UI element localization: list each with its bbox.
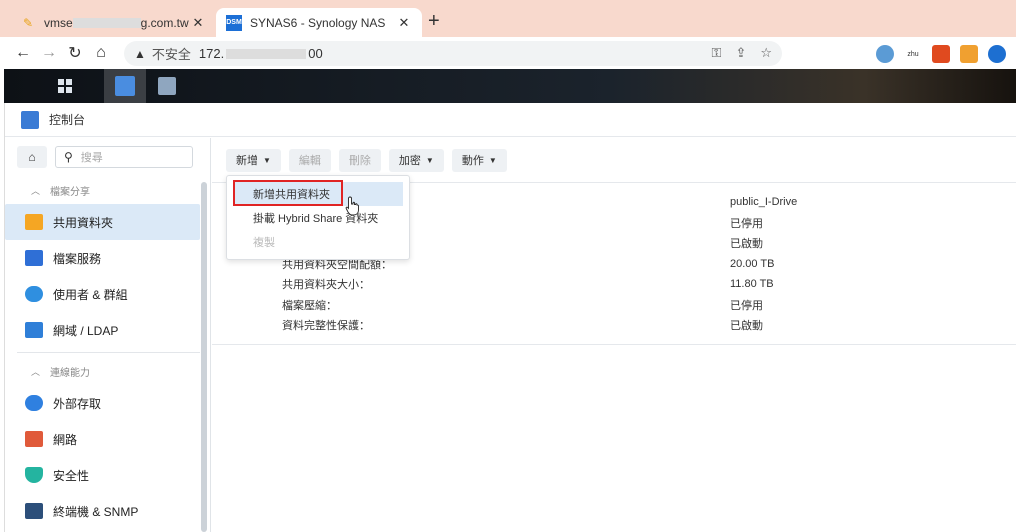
address-bar[interactable]: ▲ 不安全 172. 00 ⚿ ⇪ ☆ xyxy=(124,41,782,66)
close-tab-button[interactable]: ✕ xyxy=(190,15,206,31)
warning-icon: ▲ xyxy=(134,46,146,61)
search-icon: ⚲ xyxy=(64,150,73,164)
sidebar-item-network[interactable]: 網路 xyxy=(5,421,200,457)
zhuyin-extension-icon[interactable]: zhu xyxy=(904,45,922,63)
sidebar-item-external-access[interactable]: 外部存取 xyxy=(5,385,200,421)
office-extension-icon[interactable] xyxy=(932,45,950,63)
extensions-area: zhu xyxy=(876,45,1006,63)
share-icon[interactable]: ⇪ xyxy=(735,45,746,61)
window-title: 控制台 xyxy=(49,113,86,127)
back-button[interactable]: ← xyxy=(10,44,36,62)
chevron-up-icon: ︿ xyxy=(31,366,41,377)
translate-extension-icon[interactable] xyxy=(876,45,894,63)
pencil-icon: ✎ xyxy=(22,15,34,30)
key-icon[interactable]: ⚿ xyxy=(712,45,722,61)
control-panel-icon xyxy=(115,76,135,96)
tab-title-tail: g.com.tw - VM xyxy=(140,15,190,30)
divider xyxy=(212,344,1016,345)
sidebar-scrollbar[interactable] xyxy=(201,182,209,532)
browser-toolbar: ← → ↻ ⌂ ▲ 不安全 172. 00 ⚿ ⇪ ☆ zhu xyxy=(0,37,1016,69)
delete-button[interactable]: 刪除 xyxy=(338,148,381,172)
domain-icon xyxy=(25,322,43,338)
tab-title: SYNAS6 - Synology NAS xyxy=(250,15,386,30)
network-icon xyxy=(25,431,43,447)
menu-item-mount-hybrid-share[interactable]: 掛載 Hybrid Share 資料夾 xyxy=(233,206,403,230)
sidebar-item-terminal-snmp[interactable]: 終端機 & SNMP xyxy=(5,493,200,529)
url-suffix: 00 xyxy=(308,46,323,61)
sidebar-item-shared-folder[interactable]: 共用資料夾 xyxy=(5,204,200,240)
main-menu-button[interactable] xyxy=(44,69,86,103)
dsm-taskbar xyxy=(4,69,1016,103)
close-tab-button[interactable]: ✕ xyxy=(396,15,412,31)
shield-icon xyxy=(25,467,43,483)
hand-cursor-icon xyxy=(345,196,359,216)
divider xyxy=(17,352,200,353)
detail-row: 資料完整性保護： 已啟動 xyxy=(282,320,763,333)
detail-row: 檔案壓縮： 已停用 xyxy=(282,299,763,312)
folder-icon xyxy=(25,214,43,230)
caret-down-icon: ▼ xyxy=(488,155,497,165)
grid-icon xyxy=(58,79,72,93)
home-button[interactable]: ⌂ xyxy=(88,44,114,62)
scrollbar-thumb[interactable] xyxy=(201,182,207,532)
encrypt-button[interactable]: 加密 ▼ xyxy=(388,148,444,172)
tab-title: vmse xyxy=(44,15,73,30)
caret-down-icon: ▼ xyxy=(263,155,271,165)
menu-item-clone[interactable]: 複製 xyxy=(233,230,403,254)
new-tab-button[interactable]: + xyxy=(428,10,440,33)
main-panel: 新增▼ 編輯 刪除 加密▼ 動作▼ public_I-Drive 進階權限：已停… xyxy=(212,138,1016,532)
sidebar-item-domain-ldap[interactable]: 網域 / LDAP xyxy=(5,312,200,348)
create-dropdown-menu: 新增共用資料夾 掛載 Hybrid Share 資料夾 複製 xyxy=(226,175,410,260)
forward-button[interactable]: → xyxy=(36,44,62,62)
control-panel-window: 控制台 ⌂ ⚲ 搜尋 ︿ 檔案分享 共用資料夾 檔案服務 使用者 & 群組 網域… xyxy=(4,103,1016,532)
external-access-icon xyxy=(25,395,43,411)
file-services-icon xyxy=(25,250,43,266)
security-label: 不安全 xyxy=(151,47,191,62)
caret-down-icon: ▼ xyxy=(425,155,434,165)
browser-tab-synas6[interactable]: DSM SYNAS6 - Synology NAS ✕ xyxy=(216,8,422,37)
search-extension-icon[interactable] xyxy=(988,45,1006,63)
storage-icon xyxy=(158,77,176,95)
section-file-sharing[interactable]: ︿ 檔案分享 xyxy=(5,176,210,204)
dsm-icon: DSM xyxy=(226,14,242,31)
sidebar-item-users-groups[interactable]: 使用者 & 群組 xyxy=(5,276,200,312)
search-input[interactable]: ⚲ 搜尋 xyxy=(55,146,193,168)
chevron-up-icon: ︿ xyxy=(31,185,41,196)
edit-button[interactable]: 編輯 xyxy=(288,148,331,172)
sidebar: ⌂ ⚲ 搜尋 ︿ 檔案分享 共用資料夾 檔案服務 使用者 & 群組 網域 / L… xyxy=(5,138,211,532)
storage-manager-taskbar-button[interactable] xyxy=(146,69,188,103)
browser-tab-strip: ✎ vmse g.com.tw - VM ✕ DSM SYNAS6 - Synol… xyxy=(0,0,1016,37)
badge-extension-icon[interactable] xyxy=(960,45,978,63)
browser-tab-vm[interactable]: ✎ vmse g.com.tw - VM ✕ xyxy=(10,8,216,37)
terminal-icon xyxy=(25,503,43,519)
url-prefix: 172. xyxy=(198,46,225,61)
users-icon xyxy=(25,286,43,302)
redacted-text xyxy=(72,18,141,29)
home-icon[interactable]: ⌂ xyxy=(17,146,47,168)
sidebar-item-file-services[interactable]: 檔案服務 xyxy=(5,240,200,276)
section-connectivity[interactable]: ︿ 連線能力 xyxy=(5,357,210,385)
red-highlight-annotation xyxy=(233,180,343,206)
sidebar-item-security[interactable]: 安全性 xyxy=(5,457,200,493)
reload-button[interactable]: ↻ xyxy=(62,43,88,63)
window-header: 控制台 xyxy=(5,103,1016,137)
action-button[interactable]: 動作 ▼ xyxy=(451,148,507,172)
star-icon[interactable]: ☆ xyxy=(760,45,772,61)
control-panel-taskbar-button[interactable] xyxy=(104,69,146,103)
detail-row: 共用資料夾大小： 11.80 TB xyxy=(282,278,774,292)
create-button[interactable]: 新增 ▼ xyxy=(226,148,281,172)
search-placeholder: 搜尋 xyxy=(80,152,103,164)
control-panel-icon xyxy=(21,110,39,129)
redacted-url xyxy=(226,48,307,59)
